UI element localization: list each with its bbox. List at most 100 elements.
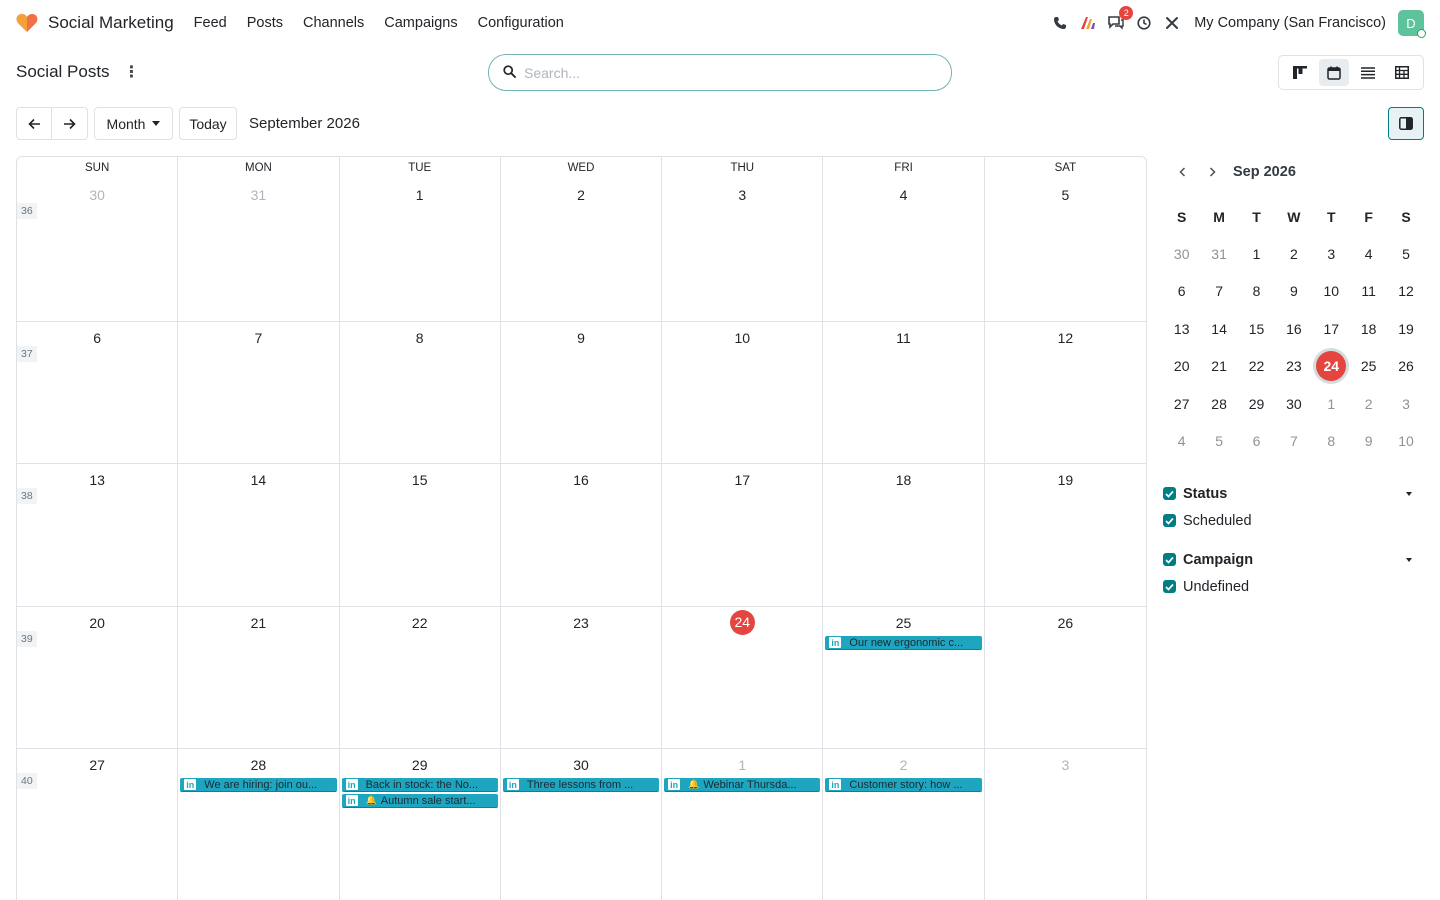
calendar-day[interactable]: 3 — [662, 179, 824, 321]
calendar-day[interactable]: 6 37 — [17, 322, 179, 463]
mini-day[interactable]: 2 — [1350, 385, 1387, 423]
calendar-event[interactable]: in Our new ergonomic c... — [825, 636, 982, 650]
mini-day[interactable]: 14 — [1200, 310, 1237, 348]
calendar-day[interactable]: 28 in We are hiring: join ou... — [178, 749, 340, 900]
calendar-day[interactable]: 2 in Customer story: how ... — [823, 749, 985, 900]
calendar-day[interactable]: 31 — [178, 179, 340, 321]
calendar-day[interactable]: 1 — [340, 179, 501, 321]
phone-icon[interactable] — [1052, 15, 1068, 31]
previous-period-button[interactable] — [16, 107, 52, 140]
calendar-event[interactable]: in 🔔 Autumn sale start... — [341, 794, 498, 808]
mini-day[interactable]: 4 — [1163, 423, 1200, 461]
company-switcher[interactable]: My Company (San Francisco) — [1194, 15, 1386, 31]
mini-day[interactable]: 12 — [1387, 273, 1424, 311]
caret-down-icon[interactable] — [1406, 491, 1412, 496]
checkbox-checked-icon[interactable] — [1163, 514, 1176, 527]
tools-icon[interactable] — [1164, 15, 1180, 31]
messages-icon[interactable]: 2 — [1108, 6, 1134, 31]
mini-day[interactable]: 20 — [1163, 348, 1200, 386]
clock-icon[interactable] — [1136, 15, 1152, 31]
calendar-event[interactable]: in Three lessons from ... — [502, 778, 660, 792]
mini-day[interactable]: 25 — [1350, 348, 1387, 386]
mini-day[interactable]: 9 — [1275, 273, 1312, 311]
calendar-day[interactable]: 8 — [340, 322, 501, 463]
calendar-day[interactable]: 27 40 — [17, 749, 179, 900]
mini-day[interactable]: 22 — [1238, 348, 1275, 386]
checkbox-checked-icon[interactable] — [1163, 580, 1176, 593]
calendar-day[interactable]: 23 — [501, 607, 663, 748]
calendar-day[interactable]: 21 — [178, 607, 340, 748]
mini-next-month-button[interactable] — [1197, 167, 1227, 177]
mini-day[interactable]: 16 — [1275, 310, 1312, 348]
calendar-day[interactable]: 4 — [823, 179, 985, 321]
calendar-day[interactable]: 26 — [985, 607, 1146, 748]
filter-section-header[interactable]: Campaign — [1163, 546, 1424, 573]
calendar-event[interactable]: in Customer story: how ... — [825, 778, 982, 792]
calendar-day[interactable]: 16 — [501, 464, 663, 606]
mini-day[interactable]: 2 — [1275, 235, 1312, 273]
mini-day[interactable]: 8 — [1313, 423, 1350, 461]
mini-day[interactable]: 10 — [1313, 273, 1350, 311]
mini-today-day[interactable]: 24 — [1313, 348, 1350, 386]
actions-kebab-icon[interactable]: ⋮ — [124, 62, 140, 82]
mini-day[interactable]: 5 — [1387, 235, 1424, 273]
calendar-day[interactable]: 17 — [662, 464, 824, 606]
mini-day[interactable]: 3 — [1387, 385, 1424, 423]
mini-day[interactable]: 15 — [1238, 310, 1275, 348]
menu-item-configuration[interactable]: Configuration — [478, 15, 564, 31]
user-avatar[interactable]: D — [1398, 10, 1426, 38]
toggle-sidebar-button[interactable] — [1388, 107, 1424, 140]
mini-day[interactable]: 29 — [1238, 385, 1275, 423]
checkbox-checked-icon[interactable] — [1163, 553, 1176, 566]
mini-day[interactable]: 30 — [1163, 235, 1200, 273]
calendar-day[interactable]: 7 — [178, 322, 340, 463]
mini-day[interactable]: 7 — [1200, 273, 1237, 311]
calendar-day[interactable]: 22 — [340, 607, 501, 748]
calendar-day[interactable]: 1 in 🔔 Webinar Thursda... — [662, 749, 824, 900]
calendar-event[interactable]: in Back in stock: the No... — [341, 778, 498, 792]
mini-day[interactable]: 31 — [1200, 235, 1237, 273]
calendar-day[interactable]: 10 — [662, 322, 824, 463]
menu-item-feed[interactable]: Feed — [194, 15, 227, 31]
calendar-day[interactable]: 12 — [985, 322, 1146, 463]
caret-down-icon[interactable] — [1406, 557, 1412, 562]
mini-day[interactable]: 19 — [1387, 310, 1424, 348]
mini-day[interactable]: 28 — [1200, 385, 1237, 423]
calendar-day[interactable]: 15 — [340, 464, 501, 606]
calendar-day[interactable]: 13 38 — [17, 464, 179, 606]
calendar-day[interactable]: 14 — [178, 464, 340, 606]
calendar-day[interactable]: 20 39 — [17, 607, 179, 748]
mini-day[interactable]: 6 — [1238, 423, 1275, 461]
today-button[interactable]: Today — [179, 107, 237, 140]
mini-day[interactable]: 5 — [1200, 423, 1237, 461]
calendar-day[interactable]: 5 — [985, 179, 1146, 321]
next-period-button[interactable] — [52, 107, 88, 140]
filter-section-header[interactable]: Status — [1163, 480, 1424, 507]
mini-day[interactable]: 13 — [1163, 310, 1200, 348]
ai-assistant-icon[interactable] — [1080, 15, 1096, 31]
calendar-day[interactable]: 25 in Our new ergonomic c... — [823, 607, 985, 748]
pivot-view-button[interactable] — [1387, 59, 1417, 86]
mini-day[interactable]: 18 — [1350, 310, 1387, 348]
calendar-day[interactable]: 2 — [501, 179, 663, 321]
mini-day[interactable]: 4 — [1350, 235, 1387, 273]
menu-item-campaigns[interactable]: Campaigns — [384, 15, 457, 31]
calendar-day[interactable]: 29 in Back in stock: the No... in 🔔 Autumn sa… — [340, 749, 501, 900]
mini-day[interactable]: 11 — [1350, 273, 1387, 311]
calendar-day[interactable]: 19 — [985, 464, 1146, 606]
search-input[interactable] — [524, 64, 924, 81]
calendar-day[interactable]: 30 in Three lessons from ... — [501, 749, 663, 900]
mini-day[interactable]: 10 — [1387, 423, 1424, 461]
mini-day[interactable]: 21 — [1200, 348, 1237, 386]
mini-day[interactable]: 1 — [1238, 235, 1275, 273]
menu-item-posts[interactable]: Posts — [247, 15, 283, 31]
mini-day[interactable]: 8 — [1238, 273, 1275, 311]
mini-day[interactable]: 27 — [1163, 385, 1200, 423]
brand[interactable]: Social Marketing — [16, 13, 174, 33]
mini-day[interactable]: 9 — [1350, 423, 1387, 461]
menu-item-channels[interactable]: Channels — [303, 15, 364, 31]
mini-day[interactable]: 17 — [1313, 310, 1350, 348]
mini-day[interactable]: 3 — [1313, 235, 1350, 273]
mini-day[interactable]: 30 — [1275, 385, 1312, 423]
scale-dropdown[interactable]: Month — [94, 107, 173, 140]
